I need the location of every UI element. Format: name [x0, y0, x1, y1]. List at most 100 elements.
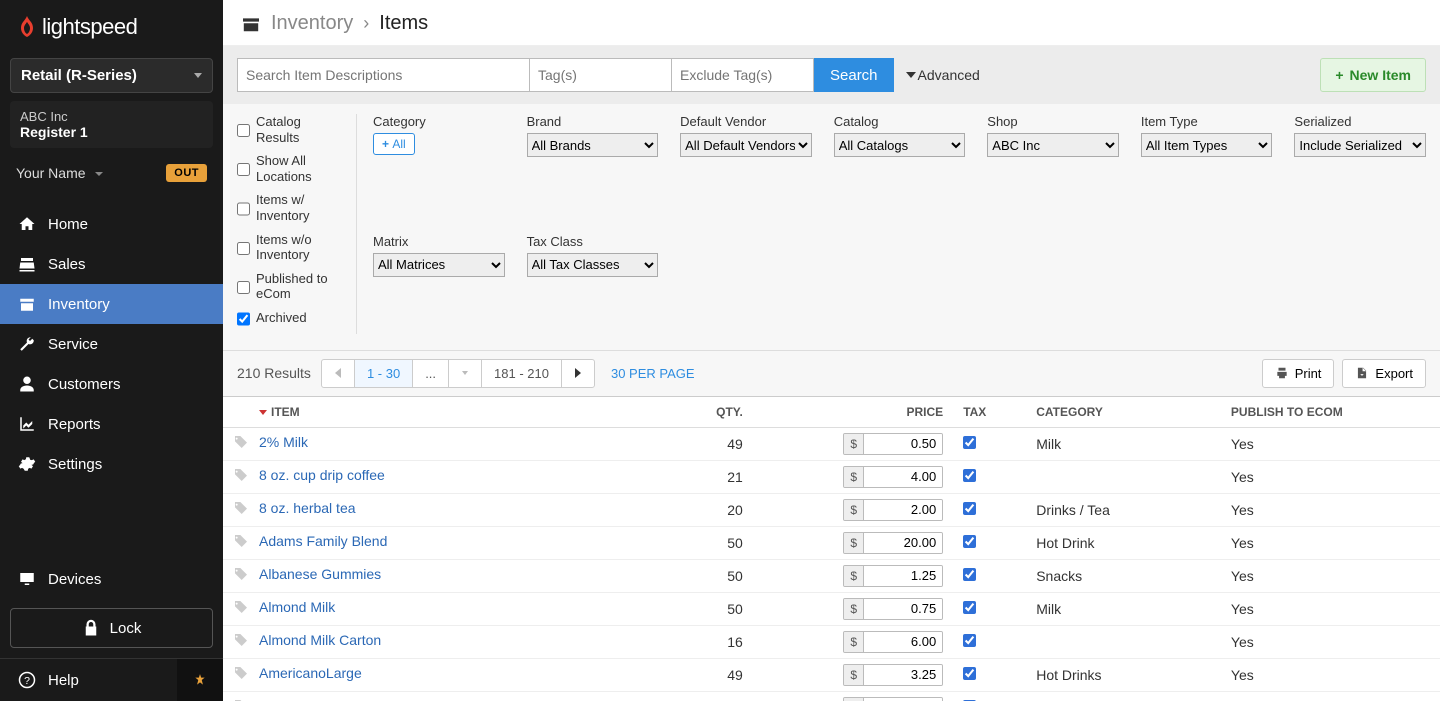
chk-items-w-inventory[interactable]: [237, 194, 250, 223]
nav-home[interactable]: Home: [0, 204, 223, 244]
item-type-select[interactable]: All Item Types: [1141, 133, 1273, 157]
series-selector[interactable]: Retail (R-Series): [10, 58, 213, 93]
breadcrumb-parent[interactable]: Inventory: [271, 12, 353, 35]
cell-publish: Yes: [1221, 658, 1440, 691]
filter-label: Matrix: [373, 234, 505, 249]
price-input-wrap: $: [843, 433, 943, 455]
price-input[interactable]: [864, 632, 942, 652]
chk-catalog-results[interactable]: [237, 116, 250, 145]
lock-button[interactable]: Lock: [10, 608, 213, 648]
price-input-wrap: $: [843, 565, 943, 587]
search-button[interactable]: Search: [814, 58, 894, 92]
pager-current[interactable]: 1 - 30: [355, 360, 413, 387]
item-link[interactable]: Almond Milk Carton: [259, 632, 381, 648]
catalog-select[interactable]: All Catalogs: [834, 133, 966, 157]
col-category[interactable]: CATEGORY: [1026, 397, 1221, 428]
item-link[interactable]: 8 oz. cup drip coffee: [259, 467, 385, 483]
tax-checkbox[interactable]: [963, 502, 976, 515]
item-link[interactable]: Albanese Gummies: [259, 566, 381, 582]
cell-qty: 50: [661, 592, 783, 625]
serialized-select[interactable]: Include Serialized: [1294, 133, 1426, 157]
tax-checkbox[interactable]: [963, 568, 976, 581]
shop-select[interactable]: ABC Inc: [987, 133, 1119, 157]
search-input[interactable]: [237, 58, 530, 92]
nav-devices[interactable]: Devices: [0, 560, 223, 598]
pin-icon: [193, 673, 207, 687]
tax-class-select[interactable]: All Tax Classes: [527, 253, 659, 277]
col-qty[interactable]: QTY.: [661, 397, 783, 428]
results-toolbar: 210 Results 1 - 30 ... 181 - 210 30 PER …: [223, 351, 1440, 397]
col-item[interactable]: ITEM: [223, 397, 661, 428]
org-register-block[interactable]: ABC Inc Register 1: [10, 101, 213, 148]
currency-symbol: $: [844, 566, 864, 586]
col-price[interactable]: PRICE: [783, 397, 953, 428]
user-name[interactable]: Your Name: [16, 165, 86, 181]
filter-item-type: Item Type All Item Types: [1141, 114, 1273, 214]
table-row: Almond Milk50$MilkYes: [223, 592, 1440, 625]
matrix-select[interactable]: All Matrices: [373, 253, 505, 277]
currency-symbol: $: [844, 698, 864, 701]
pager-prev[interactable]: [322, 360, 355, 387]
price-input[interactable]: [864, 698, 942, 701]
price-input[interactable]: [864, 533, 942, 553]
home-icon: [18, 215, 36, 233]
exclude-tags-input[interactable]: [672, 58, 814, 92]
item-link[interactable]: 2% Milk: [259, 434, 308, 450]
filter-label: Brand: [527, 114, 659, 129]
filter-matrix: Matrix All Matrices: [373, 234, 505, 334]
item-link[interactable]: Almond Milk: [259, 599, 335, 615]
tax-checkbox[interactable]: [963, 601, 976, 614]
print-button[interactable]: Print: [1262, 359, 1335, 388]
new-item-button[interactable]: + New Item: [1320, 58, 1426, 92]
breadcrumb-current: Items: [379, 12, 428, 35]
sidebar: lightspeed Retail (R-Series) ABC Inc Reg…: [0, 0, 223, 701]
gear-icon: [18, 455, 36, 473]
pager-dropdown[interactable]: [449, 360, 482, 387]
nav-sales[interactable]: Sales: [0, 244, 223, 284]
nav-settings[interactable]: Settings: [0, 444, 223, 484]
col-tax[interactable]: TAX: [953, 397, 1026, 428]
tax-checkbox[interactable]: [963, 469, 976, 482]
item-link[interactable]: Adams Family Blend: [259, 533, 387, 549]
cell-publish: Yes: [1221, 625, 1440, 658]
price-input[interactable]: [864, 665, 942, 685]
chk-show-all-locations[interactable]: [237, 155, 250, 184]
question-icon: ?: [18, 671, 36, 689]
clock-out-badge[interactable]: OUT: [166, 164, 207, 182]
tax-checkbox[interactable]: [963, 535, 976, 548]
item-link[interactable]: AmericanoLarge: [259, 665, 362, 681]
cell-category: Hot Drinks: [1026, 658, 1221, 691]
category-all-button[interactable]: + All: [373, 133, 415, 155]
nav-inventory[interactable]: Inventory: [0, 284, 223, 324]
price-input[interactable]: [864, 434, 942, 454]
help-button[interactable]: ? Help: [0, 659, 177, 701]
advanced-toggle[interactable]: Advanced: [906, 67, 980, 83]
chk-items-wo-inventory[interactable]: [237, 234, 250, 263]
tax-checkbox[interactable]: [963, 667, 976, 680]
nav-service[interactable]: Service: [0, 324, 223, 364]
price-input[interactable]: [864, 599, 942, 619]
brand-select[interactable]: All Brands: [527, 133, 659, 157]
tax-checkbox[interactable]: [963, 634, 976, 647]
tax-checkbox[interactable]: [963, 436, 976, 449]
tag-icon: [233, 665, 251, 684]
col-publish[interactable]: PUBLISH TO ECOM: [1221, 397, 1440, 428]
nav-customers[interactable]: Customers: [0, 364, 223, 404]
nav-label: Service: [48, 336, 98, 353]
per-page-link[interactable]: 30 PER PAGE: [611, 366, 695, 381]
price-input[interactable]: [864, 566, 942, 586]
pin-button[interactable]: [177, 659, 223, 701]
vendor-select[interactable]: All Default Vendors: [680, 133, 812, 157]
item-link[interactable]: 8 oz. herbal tea: [259, 500, 356, 516]
pager-last[interactable]: 181 - 210: [482, 360, 562, 387]
price-input[interactable]: [864, 467, 942, 487]
pager-next[interactable]: [562, 360, 594, 387]
plus-icon: +: [1335, 67, 1343, 83]
pager-ellipsis[interactable]: ...: [413, 360, 449, 387]
export-button[interactable]: Export: [1342, 359, 1426, 388]
price-input[interactable]: [864, 500, 942, 520]
chk-published-ecom[interactable]: [237, 273, 250, 302]
tags-input[interactable]: [530, 58, 672, 92]
chk-archived[interactable]: [237, 312, 250, 326]
nav-reports[interactable]: Reports: [0, 404, 223, 444]
